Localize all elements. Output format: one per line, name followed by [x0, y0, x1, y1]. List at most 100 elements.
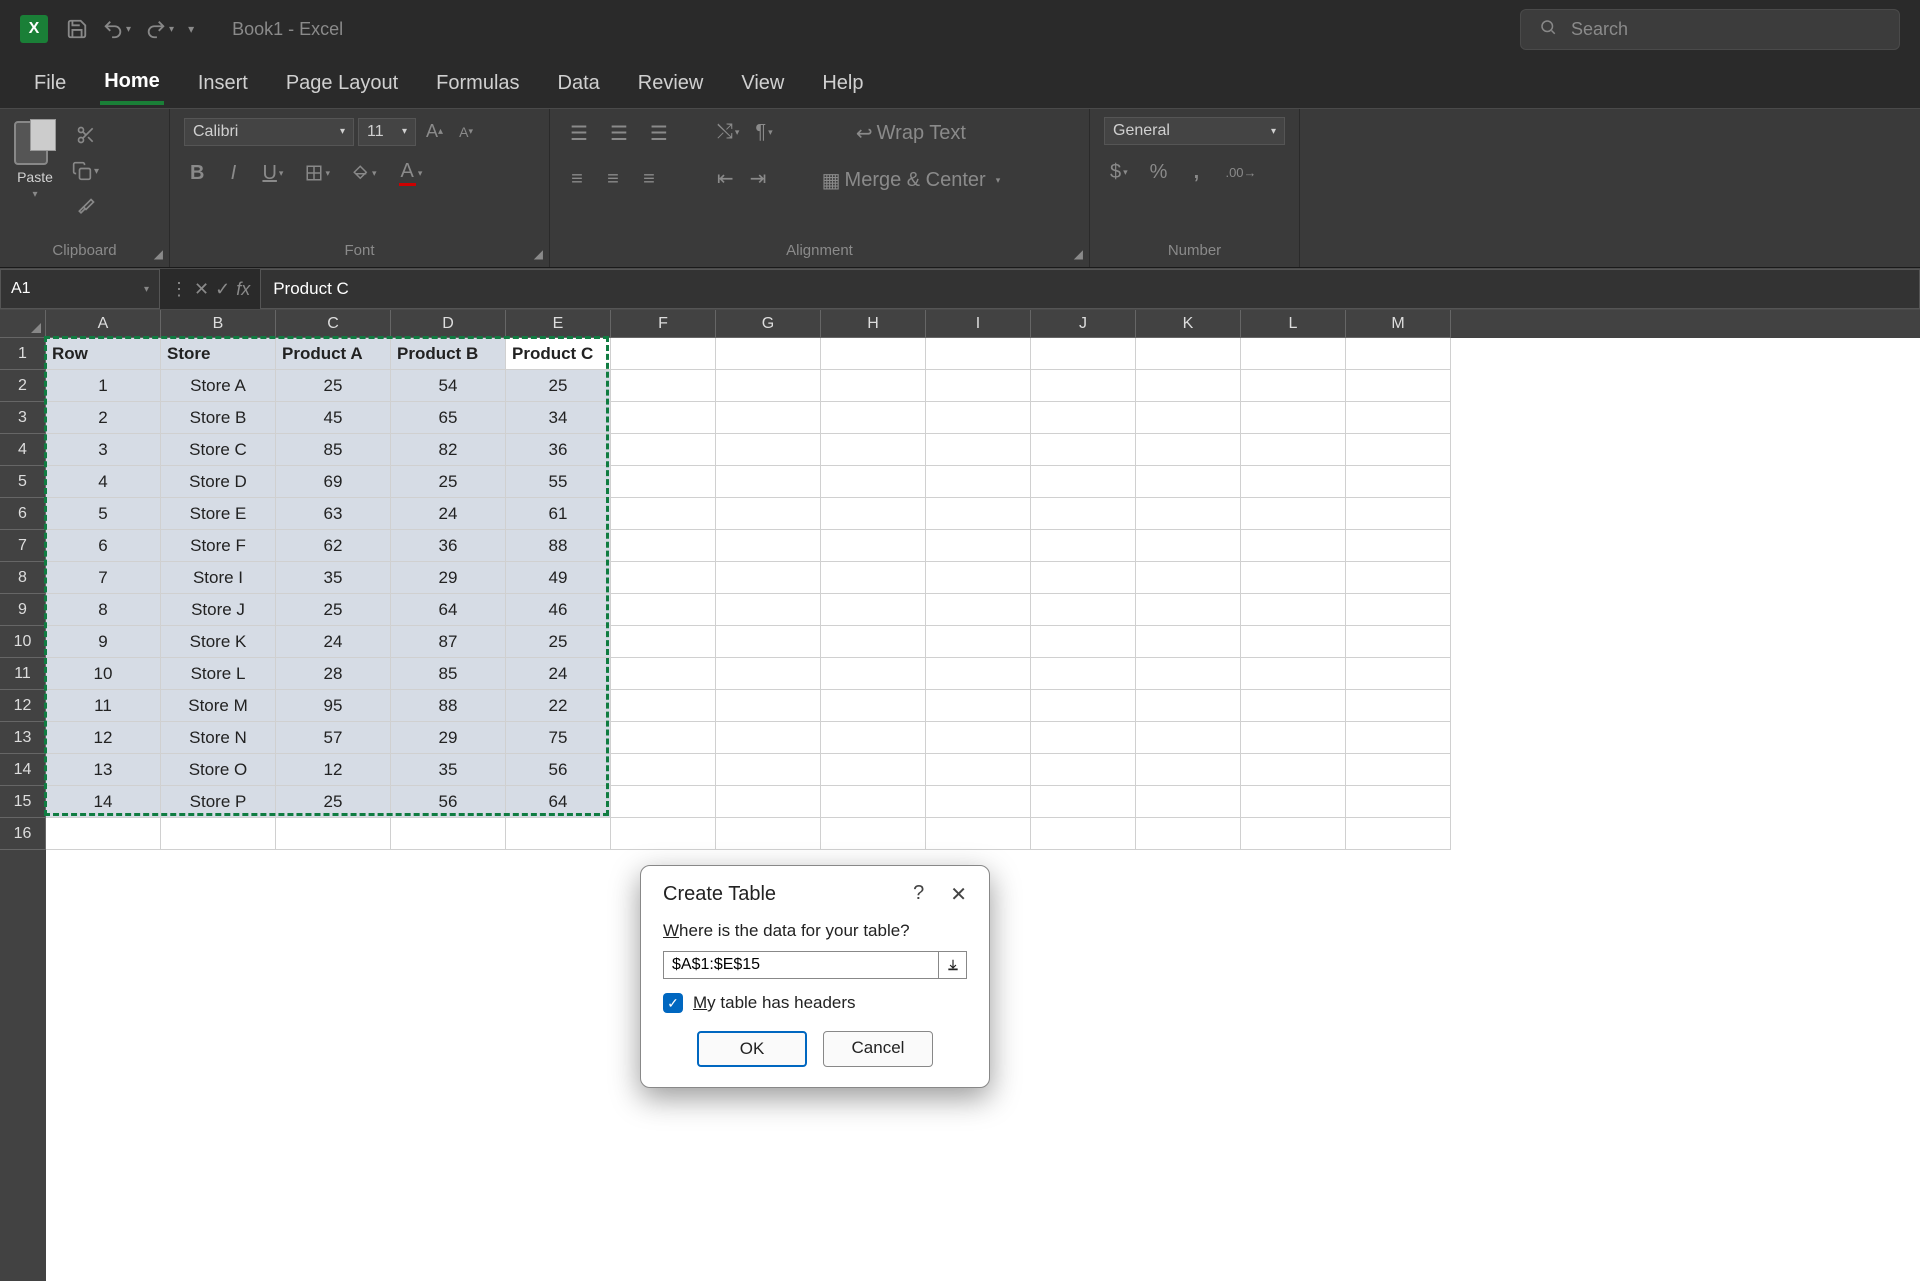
format-painter-icon[interactable] [66, 193, 105, 221]
cell-I11[interactable] [926, 658, 1031, 690]
cell-H3[interactable] [821, 402, 926, 434]
cell-H1[interactable] [821, 338, 926, 370]
decrease-indent-icon[interactable]: ⇤ [711, 162, 740, 195]
cell-D16[interactable] [391, 818, 506, 850]
cell-B9[interactable]: Store J [161, 594, 276, 626]
row-header-3[interactable]: 3 [0, 402, 46, 434]
row-header-12[interactable]: 12 [0, 690, 46, 722]
increase-decimal-button[interactable]: .00→ [1219, 160, 1262, 186]
row-header-2[interactable]: 2 [0, 370, 46, 402]
underline-button[interactable]: U▾ [256, 158, 289, 189]
cell-L5[interactable] [1241, 466, 1346, 498]
cell-A1[interactable]: Row [46, 338, 161, 370]
cell-A6[interactable]: 5 [46, 498, 161, 530]
redo-button[interactable]: ▾ [145, 18, 174, 40]
cell-H9[interactable] [821, 594, 926, 626]
cell-H6[interactable] [821, 498, 926, 530]
paste-button[interactable]: Paste ▾ [14, 117, 56, 200]
cell-J11[interactable] [1031, 658, 1136, 690]
cell-A13[interactable]: 12 [46, 722, 161, 754]
cell-I8[interactable] [926, 562, 1031, 594]
cell-M15[interactable] [1346, 786, 1451, 818]
cell-F13[interactable] [611, 722, 716, 754]
clipboard-launcher-icon[interactable]: ◢ [154, 247, 163, 261]
cell-E4[interactable]: 36 [506, 434, 611, 466]
name-box[interactable]: A1 ▾ [0, 269, 160, 309]
cell-I9[interactable] [926, 594, 1031, 626]
cancel-button[interactable]: Cancel [823, 1031, 933, 1067]
cell-J6[interactable] [1031, 498, 1136, 530]
cell-G12[interactable] [716, 690, 821, 722]
cell-D10[interactable]: 87 [391, 626, 506, 658]
cell-C14[interactable]: 12 [276, 754, 391, 786]
cell-G7[interactable] [716, 530, 821, 562]
cell-J14[interactable] [1031, 754, 1136, 786]
cell-I4[interactable] [926, 434, 1031, 466]
currency-button[interactable]: $▾ [1104, 157, 1134, 188]
row-headers[interactable]: 12345678910111213141516 [0, 338, 46, 1281]
cell-A15[interactable]: 14 [46, 786, 161, 818]
cell-F8[interactable] [611, 562, 716, 594]
cell-E15[interactable]: 64 [506, 786, 611, 818]
cell-E11[interactable]: 24 [506, 658, 611, 690]
row-header-13[interactable]: 13 [0, 722, 46, 754]
cell-A3[interactable]: 2 [46, 402, 161, 434]
row-header-10[interactable]: 10 [0, 626, 46, 658]
cell-B6[interactable]: Store E [161, 498, 276, 530]
cell-J1[interactable] [1031, 338, 1136, 370]
row-header-7[interactable]: 7 [0, 530, 46, 562]
cell-F10[interactable] [611, 626, 716, 658]
cell-B11[interactable]: Store L [161, 658, 276, 690]
col-header-M[interactable]: M [1346, 310, 1451, 338]
col-header-L[interactable]: L [1241, 310, 1346, 338]
cell-J16[interactable] [1031, 818, 1136, 850]
fx-icon[interactable]: fx [236, 279, 250, 300]
row-header-5[interactable]: 5 [0, 466, 46, 498]
range-input[interactable] [663, 951, 939, 979]
cell-B1[interactable]: Store [161, 338, 276, 370]
tab-data[interactable]: Data [554, 64, 604, 103]
align-right-icon[interactable]: ≡ [636, 164, 662, 195]
cell-D11[interactable]: 85 [391, 658, 506, 690]
cell-D9[interactable]: 64 [391, 594, 506, 626]
cell-H8[interactable] [821, 562, 926, 594]
cell-H15[interactable] [821, 786, 926, 818]
cell-E10[interactable]: 25 [506, 626, 611, 658]
cell-A10[interactable]: 9 [46, 626, 161, 658]
col-header-G[interactable]: G [716, 310, 821, 338]
col-header-F[interactable]: F [611, 310, 716, 338]
cell-J7[interactable] [1031, 530, 1136, 562]
cell-H11[interactable] [821, 658, 926, 690]
cell-A2[interactable]: 1 [46, 370, 161, 402]
font-name-combo[interactable]: Calibri▾ [184, 118, 354, 146]
cell-G11[interactable] [716, 658, 821, 690]
headers-checkbox[interactable]: ✓ [663, 993, 683, 1013]
formula-input[interactable]: Product C [260, 269, 1920, 309]
cell-G6[interactable] [716, 498, 821, 530]
cell-M6[interactable] [1346, 498, 1451, 530]
col-header-A[interactable]: A [46, 310, 161, 338]
cell-J4[interactable] [1031, 434, 1136, 466]
cell-C4[interactable]: 85 [276, 434, 391, 466]
cell-G8[interactable] [716, 562, 821, 594]
row-header-16[interactable]: 16 [0, 818, 46, 850]
col-header-D[interactable]: D [391, 310, 506, 338]
cell-M12[interactable] [1346, 690, 1451, 722]
cell-H4[interactable] [821, 434, 926, 466]
cell-H10[interactable] [821, 626, 926, 658]
cell-G15[interactable] [716, 786, 821, 818]
row-header-14[interactable]: 14 [0, 754, 46, 786]
cell-G10[interactable] [716, 626, 821, 658]
cut-icon[interactable] [66, 121, 105, 149]
cell-L13[interactable] [1241, 722, 1346, 754]
row-header-8[interactable]: 8 [0, 562, 46, 594]
cancel-formula-icon[interactable]: ✕ [194, 279, 209, 300]
cell-I1[interactable] [926, 338, 1031, 370]
cell-K3[interactable] [1136, 402, 1241, 434]
cell-H16[interactable] [821, 818, 926, 850]
text-direction-button[interactable]: ¶▾ [749, 117, 778, 148]
font-size-combo[interactable]: 11▾ [358, 118, 416, 146]
cell-I10[interactable] [926, 626, 1031, 658]
col-header-J[interactable]: J [1031, 310, 1136, 338]
cell-B10[interactable]: Store K [161, 626, 276, 658]
